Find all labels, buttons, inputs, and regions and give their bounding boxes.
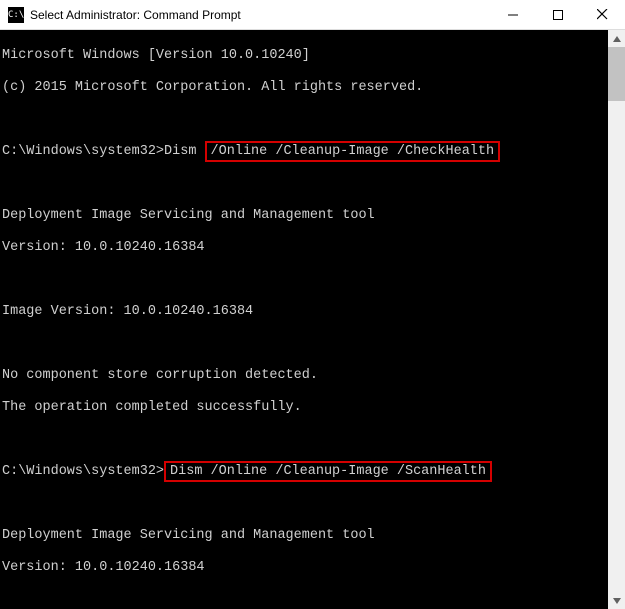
scrollbar-track[interactable] xyxy=(608,47,625,592)
console-line xyxy=(2,272,608,288)
console-line xyxy=(2,176,608,192)
console-line xyxy=(2,592,608,608)
console-line: C:\Windows\system32>Dism /Online /Cleanu… xyxy=(2,464,608,480)
chevron-up-icon xyxy=(613,36,621,42)
prompt-text: C:\Windows\system32>Dism xyxy=(2,144,205,159)
console-line xyxy=(2,112,608,128)
chevron-down-icon xyxy=(613,598,621,604)
maximize-button[interactable] xyxy=(535,0,580,29)
window-controls xyxy=(490,0,625,29)
console-line: (c) 2015 Microsoft Corporation. All righ… xyxy=(2,80,608,96)
minimize-icon xyxy=(508,10,518,20)
scroll-up-button[interactable] xyxy=(608,30,625,47)
window-title: Select Administrator: Command Prompt xyxy=(30,8,490,22)
console-line: Deployment Image Servicing and Managemen… xyxy=(2,528,608,544)
console-area[interactable]: Microsoft Windows [Version 10.0.10240] (… xyxy=(0,30,625,609)
scroll-down-button[interactable] xyxy=(608,592,625,609)
vertical-scrollbar[interactable] xyxy=(608,30,625,609)
console-line: C:\Windows\system32>Dism /Online /Cleanu… xyxy=(2,144,608,160)
console-line: Version: 10.0.10240.16384 xyxy=(2,560,608,576)
highlight-box: Dism /Online /Cleanup-Image /ScanHealth xyxy=(164,461,492,482)
minimize-button[interactable] xyxy=(490,0,535,29)
console-line: Version: 10.0.10240.16384 xyxy=(2,240,608,256)
console-line: Microsoft Windows [Version 10.0.10240] xyxy=(2,48,608,64)
console-content: Microsoft Windows [Version 10.0.10240] (… xyxy=(0,30,608,609)
prompt-text: C:\Windows\system32> xyxy=(2,464,164,479)
console-line: The operation completed successfully. xyxy=(2,400,608,416)
console-line xyxy=(2,336,608,352)
scrollbar-thumb[interactable] xyxy=(608,47,625,101)
console-line: Image Version: 10.0.10240.16384 xyxy=(2,304,608,320)
app-icon: C:\ xyxy=(8,7,24,23)
window-titlebar[interactable]: C:\ Select Administrator: Command Prompt xyxy=(0,0,625,30)
close-icon xyxy=(597,9,608,20)
close-button[interactable] xyxy=(580,0,625,29)
console-line xyxy=(2,432,608,448)
console-line: Deployment Image Servicing and Managemen… xyxy=(2,208,608,224)
console-line xyxy=(2,496,608,512)
maximize-icon xyxy=(553,10,563,20)
highlight-box: /Online /Cleanup-Image /CheckHealth xyxy=(205,141,501,162)
console-line: No component store corruption detected. xyxy=(2,368,608,384)
